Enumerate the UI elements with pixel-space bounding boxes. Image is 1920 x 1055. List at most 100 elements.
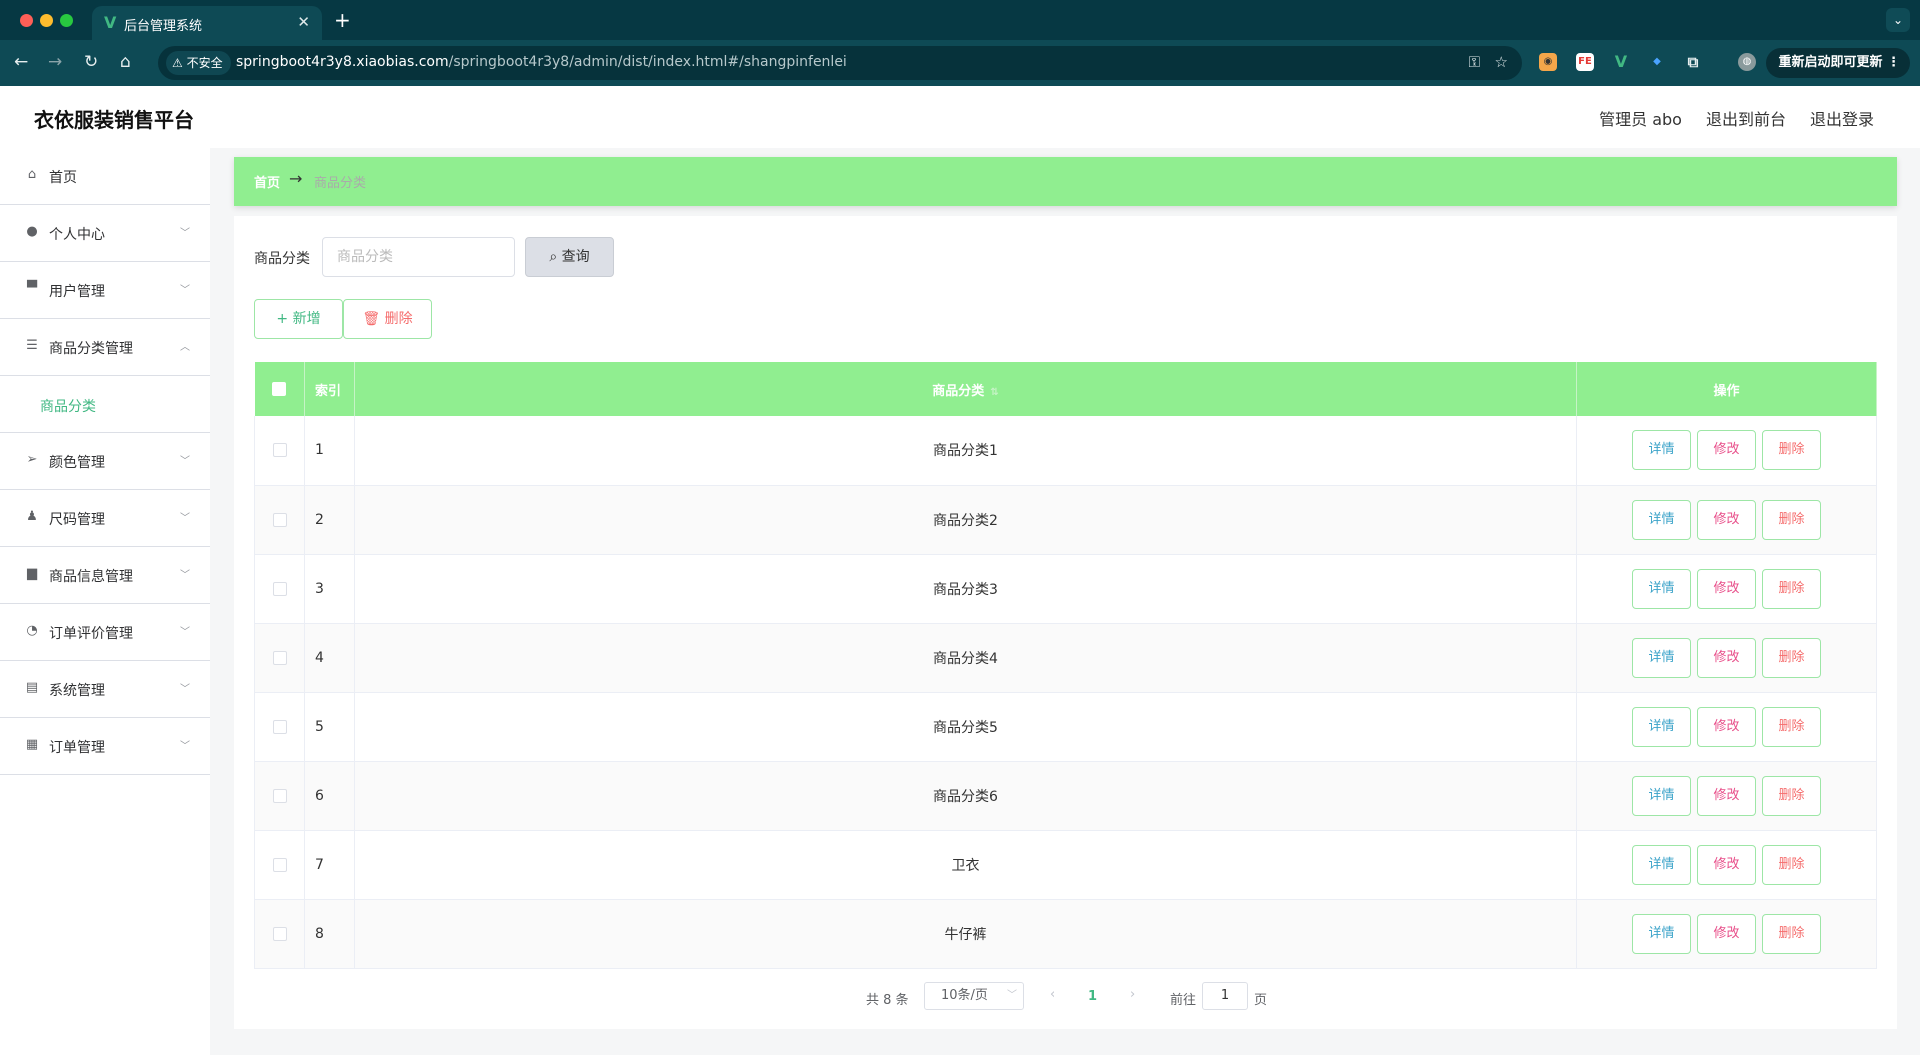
detail-button[interactable]: 详情 xyxy=(1632,706,1691,747)
edit-button[interactable]: 修改 xyxy=(1697,430,1756,471)
row-index: 4 xyxy=(304,623,355,693)
edit-button[interactable]: 修改 xyxy=(1697,499,1756,540)
sidebar-item-color-management[interactable]: ➢ 颜色管理 ﹀ xyxy=(0,433,210,490)
restart-update-button[interactable]: 重新启动即可更新 ⋮ xyxy=(1766,48,1910,78)
extension-gem-icon[interactable]: ◆ xyxy=(1648,53,1666,71)
edit-button[interactable]: 修改 xyxy=(1697,637,1756,678)
extension-vue-icon[interactable]: V xyxy=(1612,53,1630,71)
row-checkbox[interactable] xyxy=(272,788,287,803)
update-label: 重新启动即可更新 xyxy=(1778,55,1883,70)
sidebar-item-size-management[interactable]: ♟ 尺码管理 ﹀ xyxy=(0,490,210,547)
row-operations: 详情 修改 删除 xyxy=(1576,899,1877,969)
detail-button[interactable]: 详情 xyxy=(1632,844,1691,885)
chevron-down-icon: ﹀ xyxy=(180,513,190,524)
detail-button[interactable]: 详情 xyxy=(1632,568,1691,609)
url-path: /springboot4r3y8/admin/dist/index.html#/… xyxy=(448,54,847,70)
edit-button[interactable]: 修改 xyxy=(1697,844,1756,885)
detail-button[interactable]: 详情 xyxy=(1632,637,1691,678)
vue-favicon-icon: V xyxy=(104,13,117,32)
batch-delete-button[interactable]: 🗑 删除 xyxy=(343,299,432,339)
edit-button[interactable]: 修改 xyxy=(1697,568,1756,609)
row-index: 6 xyxy=(304,761,355,831)
search-button[interactable]: ⌕ 查询 xyxy=(525,237,614,277)
bookmark-star-icon[interactable]: ☆ xyxy=(1495,53,1508,71)
tab-search-chevron-icon[interactable]: ⌄ xyxy=(1886,8,1910,32)
sidebar-item-system-management[interactable]: ▤ 系统管理 ﹀ xyxy=(0,661,210,718)
prev-page-icon[interactable]: ‹ xyxy=(1050,987,1055,1002)
sort-icon[interactable]: ⇅ xyxy=(990,387,998,398)
next-page-icon[interactable]: › xyxy=(1130,987,1135,1002)
extension-owl-icon[interactable]: ◉ xyxy=(1539,53,1557,71)
detail-button[interactable]: 详情 xyxy=(1632,430,1691,471)
jump-page-input[interactable]: 1 xyxy=(1202,982,1248,1010)
browser-tab[interactable]: V 后台管理系统 ✕ xyxy=(92,6,322,40)
delete-button[interactable]: 删除 xyxy=(1762,913,1821,954)
row-category: 商品分类6 xyxy=(354,761,1577,831)
delete-button[interactable]: 删除 xyxy=(1762,430,1821,471)
row-checkbox[interactable] xyxy=(272,443,287,458)
security-badge[interactable]: ⚠ 不安全 xyxy=(166,51,231,75)
forward-icon[interactable]: → xyxy=(48,52,62,72)
reload-icon[interactable]: ↻ xyxy=(84,52,98,72)
sidebar-subitem-category[interactable]: 商品分类 xyxy=(0,376,210,433)
sidebar-item-user-management[interactable]: ▀ 用户管理 ﹀ xyxy=(0,262,210,319)
send-icon: ➢ xyxy=(26,452,38,467)
row-checkbox[interactable] xyxy=(272,719,287,734)
delete-button[interactable]: 删除 xyxy=(1762,637,1821,678)
column-header-category-label: 商品分类 xyxy=(932,383,985,399)
exit-to-frontend-link[interactable]: 退出到前台 xyxy=(1706,106,1786,130)
delete-button[interactable]: 删除 xyxy=(1762,499,1821,540)
chat-icon: ▆ xyxy=(27,566,37,581)
select-all-checkbox[interactable] xyxy=(272,382,287,396)
row-category: 商品分类2 xyxy=(354,485,1577,555)
row-checkbox[interactable] xyxy=(272,581,287,596)
edit-button[interactable]: 修改 xyxy=(1697,706,1756,747)
window-minimize-button[interactable] xyxy=(40,14,53,27)
extensions-puzzle-icon[interactable]: ⧉ xyxy=(1684,53,1702,71)
pagination-total: 共 8 条 xyxy=(866,993,909,1008)
main-panel: 商品分类 ⌕ 查询 + 新增 🗑 删除 索引 商品分类 ⇅ 操作 1 商品分类1 xyxy=(234,216,1897,1029)
page-size-select[interactable]: 10条/页 ﹀ xyxy=(924,982,1024,1010)
row-checkbox[interactable] xyxy=(272,926,287,941)
column-header-category[interactable]: 商品分类 ⇅ xyxy=(354,362,1577,416)
detail-button[interactable]: 详情 xyxy=(1632,775,1691,816)
new-tab-button[interactable]: + xyxy=(334,8,351,32)
breadcrumb-home[interactable]: 首页 xyxy=(254,172,280,191)
page-size-value: 10条/页 xyxy=(941,988,988,1003)
extension-fe-icon[interactable]: FE xyxy=(1576,53,1594,71)
sidebar-item-order-review[interactable]: ◔ 订单评价管理 ﹀ xyxy=(0,604,210,661)
chevron-up-icon: ︿ xyxy=(180,342,190,353)
back-icon[interactable]: ← xyxy=(14,52,28,72)
logout-link[interactable]: 退出登录 xyxy=(1810,106,1874,130)
admin-user-label: 管理员 abo xyxy=(1599,110,1682,129)
category-search-input[interactable] xyxy=(322,237,515,277)
row-checkbox[interactable] xyxy=(272,512,287,527)
sidebar-item-order-management[interactable]: ▦ 订单管理 ﹀ xyxy=(0,718,210,775)
tab-close-icon[interactable]: ✕ xyxy=(297,13,310,31)
home-nav-icon[interactable]: ⌂ xyxy=(120,52,131,72)
key-icon[interactable]: ⚿ xyxy=(1469,53,1480,71)
edit-button[interactable]: 修改 xyxy=(1697,775,1756,816)
url-text[interactable]: springboot4r3y8.xiaobias.com/springboot4… xyxy=(236,54,847,70)
page-number-current[interactable]: 1 xyxy=(1088,989,1097,1004)
detail-button[interactable]: 详情 xyxy=(1632,499,1691,540)
delete-button[interactable]: 删除 xyxy=(1762,775,1821,816)
row-checkbox[interactable] xyxy=(272,650,287,665)
sidebar-item-product-info[interactable]: ▆ 商品信息管理 ﹀ xyxy=(0,547,210,604)
delete-button[interactable]: 删除 xyxy=(1762,568,1821,609)
row-checkbox[interactable] xyxy=(272,857,287,872)
browser-nav-bar: ← → ↻ ⌂ ⚠ 不安全 springboot4r3y8.xiaobias.c… xyxy=(0,40,1920,86)
window-maximize-button[interactable] xyxy=(60,14,73,27)
address-bar[interactable]: ⚠ 不安全 springboot4r3y8.xiaobias.com/sprin… xyxy=(158,46,1522,80)
sidebar-item-category-management[interactable]: ☰ 商品分类管理 ︿ xyxy=(0,319,210,376)
sidebar-item-personal-center[interactable]: ● 个人中心 ﹀ xyxy=(0,205,210,262)
delete-button[interactable]: 删除 xyxy=(1762,844,1821,885)
select-all-cell xyxy=(254,362,305,416)
add-button[interactable]: + 新增 xyxy=(254,299,343,339)
delete-button[interactable]: 删除 xyxy=(1762,706,1821,747)
window-close-button[interactable] xyxy=(20,14,33,27)
profile-avatar-icon[interactable]: ◍ xyxy=(1738,53,1756,71)
edit-button[interactable]: 修改 xyxy=(1697,913,1756,954)
detail-button[interactable]: 详情 xyxy=(1632,913,1691,954)
sidebar-item-home[interactable]: ⌂ 首页 xyxy=(0,148,210,205)
